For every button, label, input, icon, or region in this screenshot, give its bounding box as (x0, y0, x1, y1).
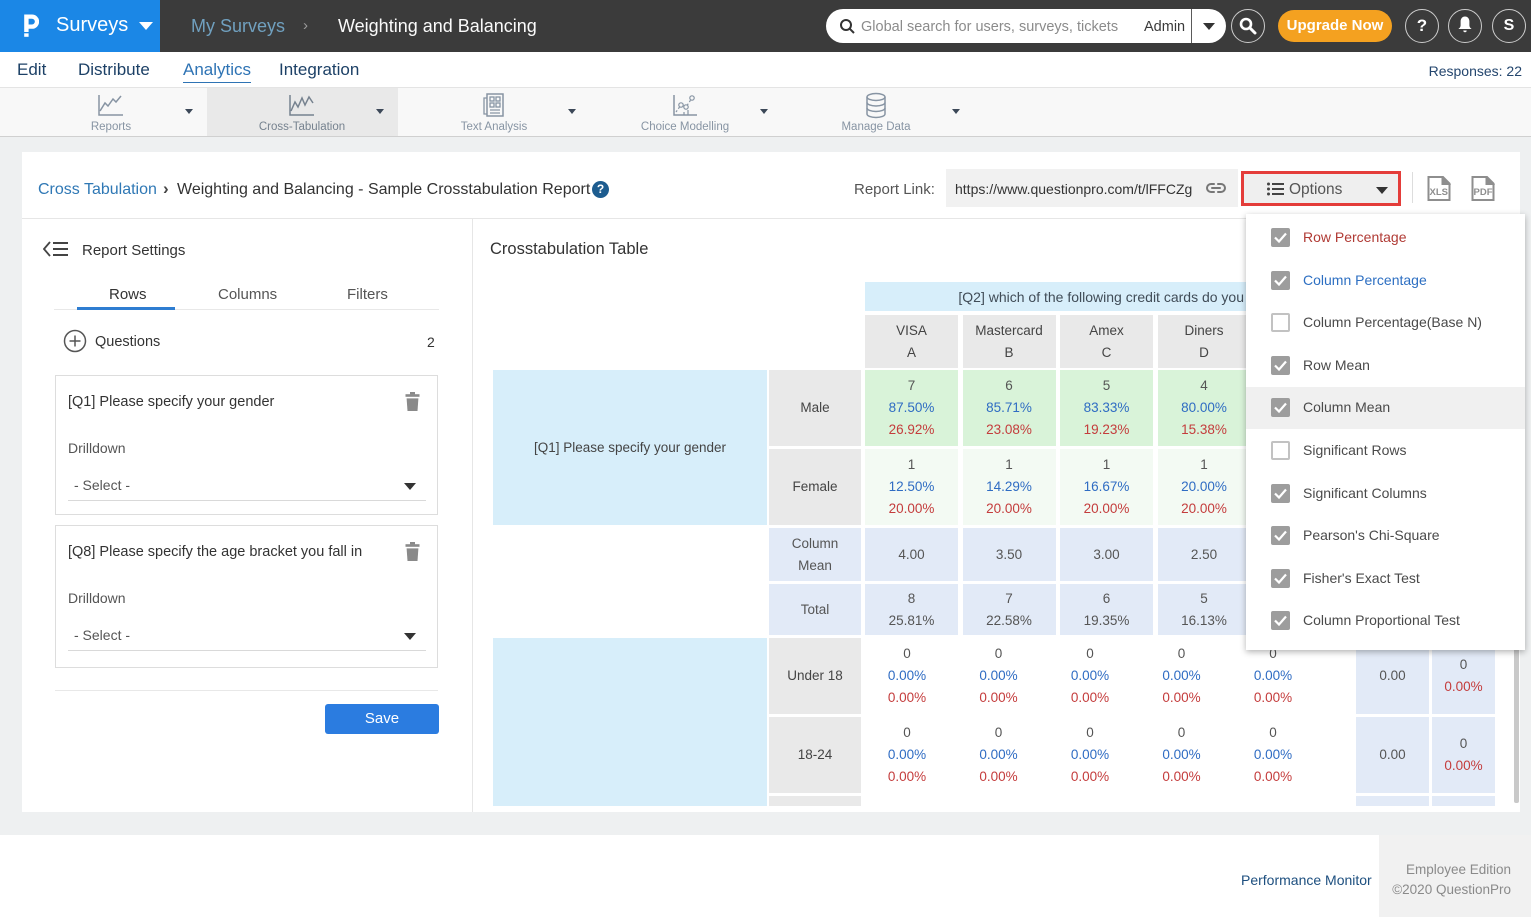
svg-text:XLS: XLS (1430, 187, 1448, 198)
svg-text:PDF: PDF (1474, 187, 1493, 198)
